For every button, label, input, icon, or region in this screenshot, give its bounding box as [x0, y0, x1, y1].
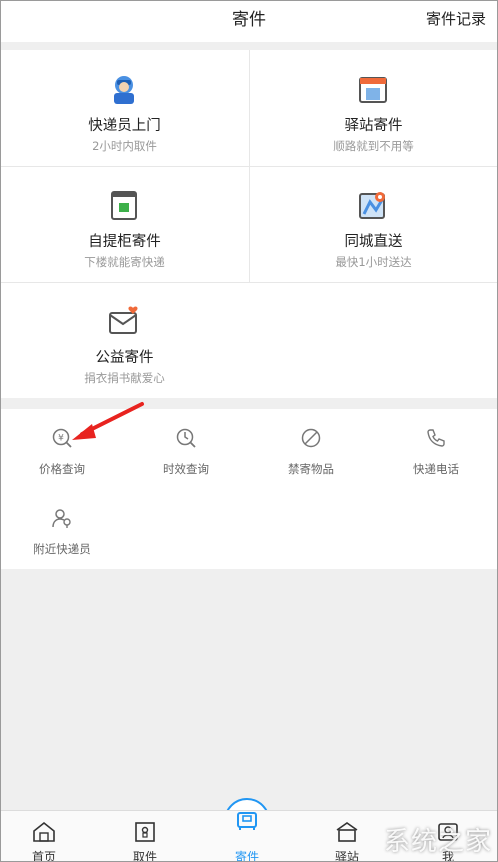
tab-label: 驿站	[334, 850, 359, 862]
watermark: 系统之家	[383, 827, 492, 857]
tool-label: 时效查询	[163, 462, 209, 476]
forbidden-icon	[301, 428, 321, 448]
station-icon	[359, 77, 387, 103]
page-title: 寄件	[232, 10, 266, 30]
service-subtitle: 下楼就能寄快递	[84, 255, 165, 269]
charity-icon	[109, 306, 138, 334]
service-title: 公益寄件	[95, 350, 154, 366]
tab-pickup[interactable]: 取件	[95, 811, 195, 862]
service-title: 自提柜寄件	[88, 234, 161, 250]
tool-courier-phone[interactable]: 快递电话	[374, 409, 498, 476]
service-title: 同城直送	[344, 234, 403, 250]
service-subtitle: 顺路就到不用等	[333, 139, 414, 153]
service-courier-pickup[interactable]: 快递员上门 2小时内取件	[0, 50, 249, 166]
courier-icon	[114, 76, 134, 104]
tool-label: 禁寄物品	[288, 462, 334, 476]
pickup-icon	[135, 822, 155, 842]
service-charity-send[interactable]: 公益寄件 捐衣捐书献爱心	[0, 282, 249, 398]
station-tab-icon	[336, 822, 358, 842]
service-subtitle: 2小时内取件	[92, 139, 157, 153]
tab-station[interactable]: 驿站	[297, 811, 397, 862]
service-subtitle: 捐衣捐书献爱心	[84, 371, 165, 385]
tab-send[interactable]: 寄件	[197, 811, 297, 862]
tab-label: 取件	[132, 850, 157, 862]
service-grid: 快递员上门 2小时内取件 驿站寄件 顺路就到不用等 自提柜寄件 下楼就能寄快递 …	[0, 50, 498, 398]
tool-label: 快递电话	[413, 462, 459, 476]
send-history-link[interactable]: 寄件记录	[426, 8, 486, 29]
tool-forbidden-items[interactable]: 禁寄物品	[249, 409, 373, 476]
tool-label: 价格查询	[39, 462, 85, 476]
service-same-city[interactable]: 同城直送 最快1小时送达	[249, 166, 498, 282]
phone-icon	[427, 429, 445, 447]
annotation-arrow-icon	[72, 402, 144, 440]
nearby-courier-icon	[52, 509, 71, 528]
home-icon	[33, 821, 55, 842]
locker-icon	[111, 191, 137, 220]
header: 寄件 寄件记录	[0, 0, 498, 42]
tab-label: 寄件	[234, 850, 259, 862]
time-search-icon	[176, 428, 196, 448]
tab-home[interactable]: 首页	[0, 811, 94, 862]
service-subtitle: 最快1小时送达	[335, 255, 412, 269]
service-title: 驿站寄件	[344, 118, 403, 134]
service-title: 快递员上门	[88, 118, 161, 134]
tool-label: 附近快递员	[33, 542, 91, 556]
tab-label: 首页	[31, 850, 56, 862]
map-icon	[359, 192, 385, 219]
service-station-send[interactable]: 驿站寄件 顺路就到不用等	[249, 50, 498, 166]
tool-nearby-courier[interactable]: 附近快递员	[0, 489, 124, 556]
send-icon	[237, 812, 257, 830]
service-locker-send[interactable]: 自提柜寄件 下楼就能寄快递	[0, 166, 249, 282]
